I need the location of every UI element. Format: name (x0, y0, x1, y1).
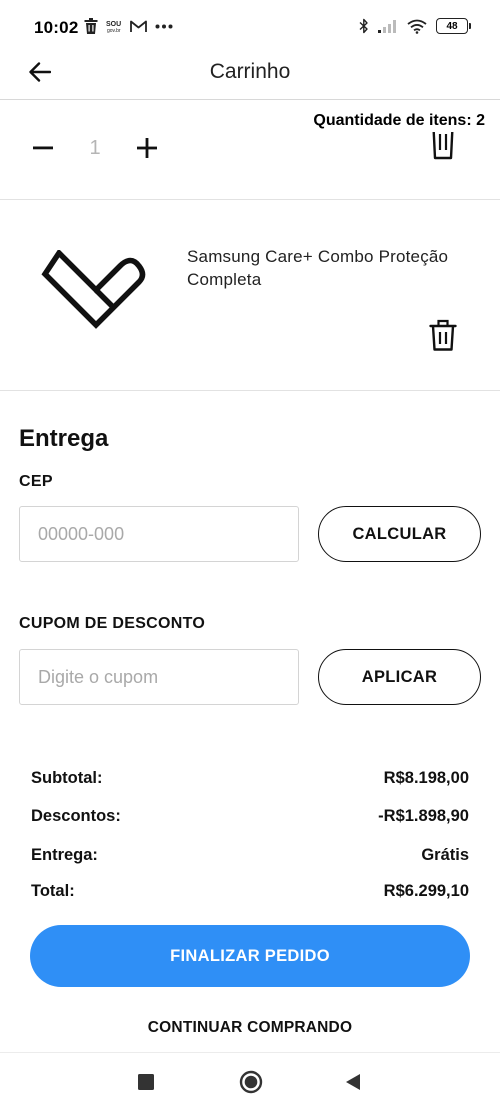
product-image (40, 248, 150, 342)
decrement-button[interactable] (28, 133, 58, 163)
subtotal-label: Subtotal: (31, 769, 103, 787)
subtotal-row: Subtotal: R$8.198,00 (31, 769, 469, 788)
back-triangle-icon (346, 1074, 360, 1090)
coupon-label: CUPOM DE DESCONTO (19, 615, 206, 632)
quantity-stepper: 1 (28, 128, 162, 168)
delivery-title: Entrega (19, 425, 109, 452)
battery-icon: 48 (436, 18, 471, 34)
discounts-label: Descontos: (31, 807, 121, 825)
checkout-button[interactable]: FINALIZAR PEDIDO (30, 925, 470, 987)
shipping-value: Grátis (421, 846, 469, 864)
back-nav-button[interactable] (340, 1069, 366, 1095)
gmail-icon (130, 20, 147, 33)
samsung-care-heart-icon (41, 248, 146, 329)
item-divider (0, 390, 500, 391)
apply-coupon-button[interactable]: APLICAR (318, 649, 481, 705)
trash-icon (432, 132, 454, 160)
cep-label: CEP (19, 473, 53, 490)
status-time: 10:02 (34, 18, 79, 37)
cep-input[interactable] (19, 506, 299, 562)
system-icons: 48 (359, 18, 471, 34)
bluetooth-icon (359, 18, 369, 34)
system-nav-bar (0, 1052, 500, 1111)
plus-icon (137, 138, 157, 158)
total-label: Total: (31, 882, 75, 900)
remove-item-button[interactable] (430, 132, 456, 160)
home-button[interactable] (238, 1069, 264, 1095)
svg-text:SOU: SOU (106, 21, 121, 28)
calculate-button[interactable]: CALCULAR (318, 506, 481, 562)
continue-shopping-button[interactable]: CONTINUAR COMPRANDO (0, 1019, 500, 1037)
trash-icon (429, 319, 457, 351)
total-value: R$6.299,10 (383, 882, 469, 900)
wifi-icon (407, 19, 427, 34)
signal-icon (378, 19, 398, 33)
discounts-value: -R$1.898,90 (378, 807, 469, 825)
status-bar: 10:02 SOU gov.br 48 (0, 0, 500, 54)
increment-button[interactable] (132, 133, 162, 163)
notification-icons: SOU gov.br (84, 18, 173, 34)
app-header: Carrinho (0, 54, 500, 100)
page-title: Carrinho (209, 60, 291, 83)
recents-button[interactable] (133, 1069, 159, 1095)
more-dots-icon (155, 24, 173, 29)
discounts-row: Descontos: -R$1.898,90 (31, 807, 469, 826)
home-circle-icon (239, 1070, 263, 1094)
subtotal-value: R$8.198,00 (383, 769, 469, 787)
product-name[interactable]: Samsung Care+ Combo Proteção Completa (187, 245, 477, 291)
item-divider (0, 199, 500, 200)
remove-item-button[interactable] (429, 319, 457, 351)
shipping-row: Entrega: Grátis (31, 846, 469, 865)
svg-text:gov.br: gov.br (107, 28, 121, 33)
total-row: Total: R$6.299,10 (31, 882, 469, 901)
shipping-label: Entrega: (31, 846, 98, 864)
items-count: Quantidade de itens: 2 (313, 112, 485, 129)
quantity-value: 1 (89, 136, 101, 159)
trash-icon (84, 18, 98, 34)
minus-icon (33, 146, 53, 150)
sou-gov-icon: SOU gov.br (106, 19, 122, 33)
coupon-input[interactable] (19, 649, 299, 705)
recents-square-icon (138, 1074, 154, 1090)
